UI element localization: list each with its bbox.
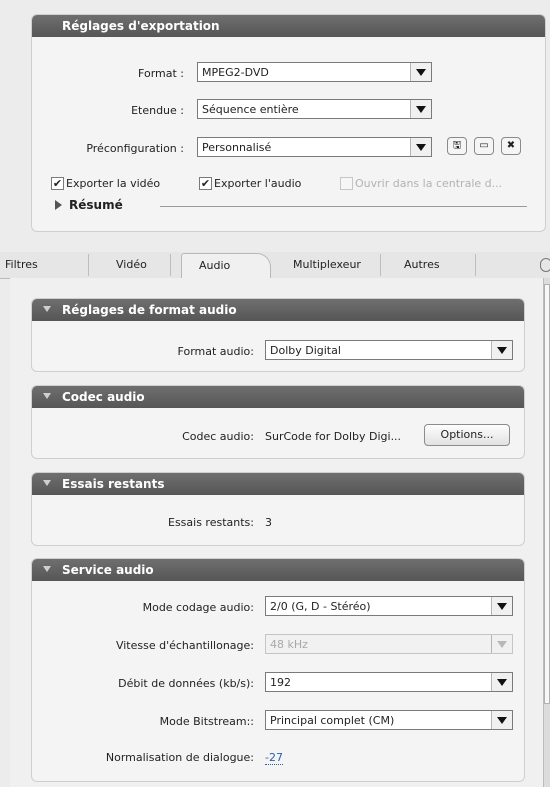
audio-format-label: Format audio: [177, 345, 254, 358]
collapse-icon[interactable] [43, 480, 51, 486]
audio-format-select[interactable]: Dolby Digital [265, 340, 513, 360]
audio-format-panel: Réglages de format audio [31, 298, 525, 372]
audio-codec-header[interactable]: Codec audio [32, 386, 524, 408]
export-audio-label: Exporter l'audio [214, 177, 302, 190]
coding-mode-value: 2/0 (G, D - Stéréo) [270, 600, 371, 613]
tab-divider-4 [475, 254, 476, 276]
audio-codec-title: Codec audio [62, 390, 145, 404]
format-value: MPEG2-DVD [202, 66, 269, 79]
tab-divider-3 [380, 254, 381, 276]
preset-value: Personnalisé [202, 141, 272, 154]
summary-label[interactable]: Résumé [69, 198, 123, 212]
folder-icon: ▭ [479, 140, 489, 151]
format-label: Format : [138, 67, 184, 80]
import-preset-button[interactable]: ▭ [474, 137, 494, 155]
bitstream-select[interactable]: Principal complet (CM) [265, 710, 513, 730]
audio-format-header[interactable]: Réglages de format audio [32, 299, 524, 321]
audio-codec-value: SurCode for Dolby Digi... [265, 430, 402, 443]
preset-label: Préconfiguration : [86, 142, 184, 155]
save-icon: 🖫 [452, 140, 462, 151]
sample-rate-value: 48 kHz [270, 638, 308, 651]
chevron-down-icon[interactable] [491, 711, 512, 729]
collapse-icon[interactable] [43, 306, 51, 312]
delete-preset-button[interactable]: ✖ [501, 137, 521, 155]
chevron-down-icon[interactable] [491, 341, 512, 359]
dialnorm-value[interactable]: -27 [265, 751, 283, 765]
export-video-label: Exporter la vidéo [66, 177, 161, 190]
tab-video[interactable]: Vidéo [116, 258, 147, 271]
bitrate-select[interactable]: 192 [265, 672, 513, 692]
audio-codec-label: Codec audio: [182, 430, 254, 443]
trash-icon: ✖ [506, 140, 516, 151]
sample-rate-select: 48 kHz [265, 634, 513, 654]
tab-divider-2 [170, 254, 171, 276]
export-settings-title: Réglages d'exportation [62, 19, 220, 33]
audio-service-title: Service audio [62, 563, 154, 577]
range-value: Séquence entière [202, 103, 299, 116]
collapse-icon[interactable] [43, 566, 51, 572]
dialnorm-label: Normalisation de dialogue: [105, 751, 254, 764]
tab-multiplexer[interactable]: Multiplexeur [293, 258, 361, 271]
tab-audio[interactable]: Audio [199, 259, 230, 272]
export-video-checkbox[interactable]: ✔ [51, 177, 64, 190]
trials-value: 3 [265, 516, 272, 529]
codec-options-button[interactable]: Options... [424, 424, 510, 446]
range-label: Etendue : [131, 104, 184, 117]
trials-header[interactable]: Essais restants [32, 473, 524, 495]
chevron-down-icon[interactable] [491, 597, 512, 615]
trials-panel: Essais restants [31, 472, 525, 546]
chevron-down-icon[interactable] [410, 100, 431, 118]
overflow-icon[interactable] [540, 258, 550, 272]
collapse-icon[interactable] [43, 393, 51, 399]
export-audio-checkbox[interactable]: ✔ [199, 177, 212, 190]
tab-divider-1 [88, 254, 89, 276]
chevron-down-icon[interactable] [410, 63, 431, 81]
scrollbar-thumb[interactable] [544, 284, 550, 704]
trials-title: Essais restants [62, 477, 165, 491]
coding-mode-label: Mode codage audio: [142, 601, 254, 614]
chevron-down-icon[interactable] [491, 673, 512, 691]
trials-label: Essais restants: [168, 516, 254, 529]
save-preset-button[interactable]: 🖫 [447, 137, 467, 155]
chevron-down-icon[interactable] [410, 138, 431, 156]
format-select[interactable]: MPEG2-DVD [197, 62, 432, 82]
bitrate-value: 192 [270, 676, 291, 689]
bitrate-label: Débit de données (kb/s): [118, 677, 254, 690]
sample-rate-label: Vitesse d'échantillonage: [115, 639, 254, 652]
expand-triangle-icon[interactable] [55, 200, 62, 210]
audio-service-header[interactable]: Service audio [32, 559, 524, 581]
audio-codec-panel: Codec audio [31, 385, 525, 459]
coding-mode-select[interactable]: 2/0 (G, D - Stéréo) [265, 596, 513, 616]
bitstream-label: Mode Bitstream:: [159, 715, 254, 728]
open-in-label: Ouvrir dans la centrale d... [355, 177, 503, 190]
bitstream-value: Principal complet (CM) [270, 714, 395, 727]
preset-select[interactable]: Personnalisé [197, 137, 432, 157]
summary-divider [160, 206, 527, 207]
tab-other[interactable]: Autres [404, 258, 440, 271]
audio-service-panel: Service audio [31, 558, 525, 782]
audio-format-title: Réglages de format audio [62, 303, 237, 317]
checkmark-icon: ✔ [200, 177, 211, 190]
tab-bar [0, 252, 550, 279]
tab-filters[interactable]: Filtres [5, 258, 38, 271]
open-in-checkbox[interactable] [340, 177, 353, 190]
range-select[interactable]: Séquence entière [197, 99, 432, 119]
options-button-label: Options... [440, 428, 494, 441]
export-settings-header: Réglages d'exportation [32, 15, 545, 37]
chevron-down-icon [491, 635, 512, 653]
checkmark-icon: ✔ [52, 177, 63, 190]
audio-format-value: Dolby Digital [270, 344, 341, 357]
